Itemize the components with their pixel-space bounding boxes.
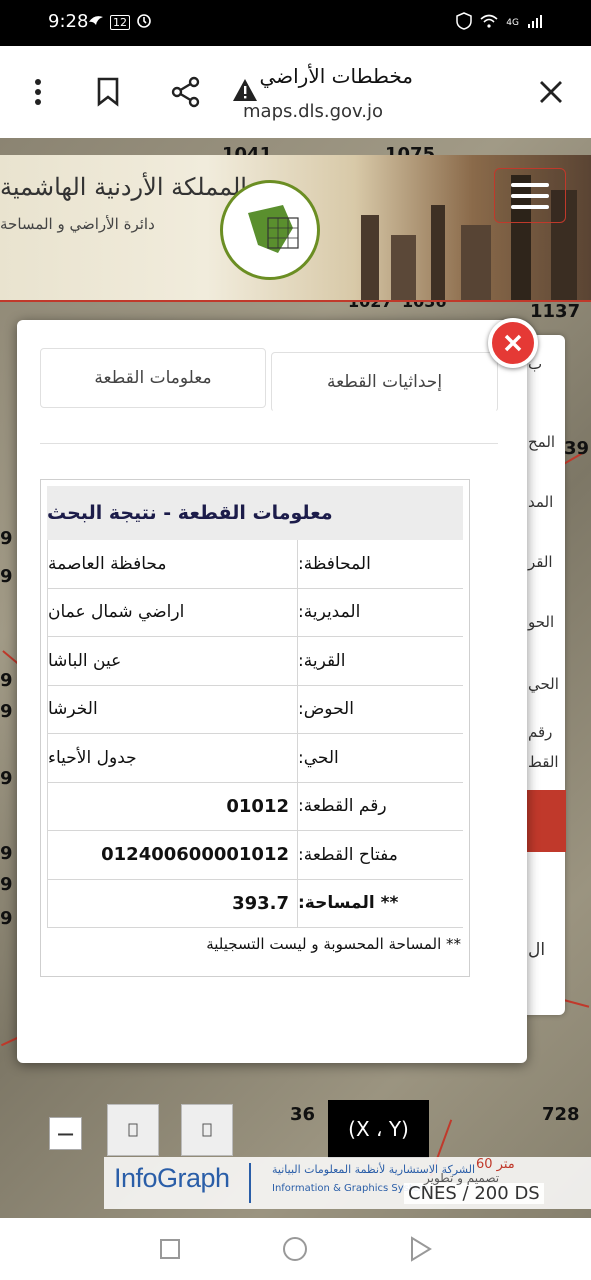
area-value: 393.7 [48,879,298,927]
table-row: اراضي شمال عمان المديرية: [47,588,463,637]
basin-label: الحوض: [298,699,354,720]
panel-label: الحو [528,613,555,631]
map-parcel-number: 39 [564,438,590,459]
map-parcel-number: 9 [0,908,13,929]
panel-label: الحي [528,675,559,693]
panel-label: القر [528,553,553,571]
map-parcel-number: 9 [0,874,13,895]
page-title: مخططات الأراضي [259,64,413,88]
area-footnote: ** المساحة المحسوبة و ليست التسجيلية [206,935,461,953]
panel-label: ال [528,940,546,960]
coordinates-button[interactable]: (X ، Y) [328,1100,429,1158]
missing-glyph-icon [202,1123,212,1137]
system-nav-bar [0,1218,591,1280]
bird-icon [88,13,104,31]
map-parcel-number: 728 [542,1104,580,1125]
parcel-result-table: معلومات القطعة - نتيجة البحث محافظة العا… [40,479,470,977]
result-rows: محافظة العاصمة المحافظة: اراضي شمال عمان… [47,540,463,928]
neighborhood-label: الحي: [298,747,339,768]
table-row: الخرشا الحوض: [47,685,463,734]
tab-divider [40,443,498,444]
status-bar: 9:28 12 4G [0,0,591,46]
neighborhood-value: جدول الأحياء [48,734,298,782]
menu-button[interactable] [494,168,566,223]
alarm-icon [136,12,152,32]
recent-apps-icon[interactable] [155,1234,185,1264]
zoom-out-button[interactable]: − [49,1117,82,1150]
area-label: ** المساحة: [298,893,399,914]
village-label: القرية: [298,650,346,671]
home-icon[interactable] [280,1234,310,1264]
parcel-key-value: 012400600001012 [48,831,298,879]
bookmark-icon[interactable] [90,74,126,110]
basin-value: الخرشا [48,685,298,733]
result-title: معلومات القطعة - نتيجة البحث [47,486,463,540]
dls-logo [220,180,320,280]
status-left-icons: 12 [88,12,152,32]
infograph-logo: InfoGraph [114,1163,230,1193]
banner-border [0,300,591,302]
map-parcel-number: 9 [0,528,13,549]
governorate-label: المحافظة: [298,553,371,574]
shield-icon [456,12,473,34]
tab-parcel-coordinates[interactable]: إحداثيات القطعة [271,352,498,412]
wifi-icon [480,14,498,32]
map-footer: InfoGraph الشركة الاستشارية لأنظمة المعل… [104,1157,591,1209]
directorate-value: اراضي شمال عمان [48,588,298,636]
close-tab-icon[interactable] [533,74,569,110]
map-tool-button[interactable] [181,1104,233,1156]
panel-label: القط [528,753,559,771]
scale-label: متر 60 [476,1157,515,1172]
attribution-text: CNES / 200 [408,1183,509,1204]
attribution-suffix: DS [514,1183,540,1204]
parcel-number-value: 01012 [48,782,298,830]
browser-toolbar: مخططات الأراضي maps.dls.gov.jo [0,46,591,138]
more-options-icon[interactable] [20,74,56,110]
table-row: 393.7 ** المساحة: [47,879,463,928]
back-icon[interactable] [405,1234,435,1264]
governorate-value: محافظة العاصمة [48,540,298,588]
panel-label: المح [528,433,556,451]
map-parcel-number: 36 [290,1104,316,1125]
map-parcel-number: 9 [0,670,13,691]
map-parcel-number: 9 [0,768,13,789]
map-attribution: CNES / 200 DS [404,1183,544,1204]
map-parcel-number: 9 [0,566,13,587]
tab-parcel-info[interactable]: معلومات القطعة [40,348,266,408]
battery-icon: 12 [110,14,130,30]
share-icon[interactable] [168,74,204,110]
footer-divider [249,1163,251,1203]
table-row: جدول الأحياء الحي: [47,734,463,783]
table-row: 012400600001012 مفتاح القطعة: [47,831,463,880]
signal-icon [527,13,543,33]
banner-title: المملكة الأردنية الهاشمية [0,173,247,201]
status-right-icons: 4G [456,12,543,34]
design-credit: تصميم و تطوير [424,1171,500,1185]
parcel-key-label: مفتاح القطعة: [298,844,398,865]
close-icon [504,334,522,352]
directorate-label: المديرية: [298,602,361,623]
table-row: محافظة العاصمة المحافظة: [47,540,463,589]
map-tool-button[interactable] [107,1104,159,1156]
village-value: عين الباشا [48,637,298,685]
map-parcel-number: 1137 [530,301,581,322]
search-submit-button[interactable] [526,790,566,852]
missing-glyph-icon [128,1123,138,1137]
url-display[interactable]: maps.dls.gov.jo [243,101,383,122]
banner-subtitle: دائرة الأراضي و المساحة [0,215,155,233]
map-parcel-number: 9 [0,701,13,722]
close-dialog-button[interactable] [488,318,538,368]
parcel-number-label: رقم القطعة: [298,796,387,817]
table-row: عين الباشا القرية: [47,637,463,686]
table-row: 01012 رقم القطعة: [47,782,463,831]
network-type: 4G [506,18,519,28]
map-parcel-number: 9 [0,843,13,864]
panel-label: رقم [528,723,553,741]
panel-label: المد [528,493,554,511]
status-time: 9:28 [48,11,89,32]
